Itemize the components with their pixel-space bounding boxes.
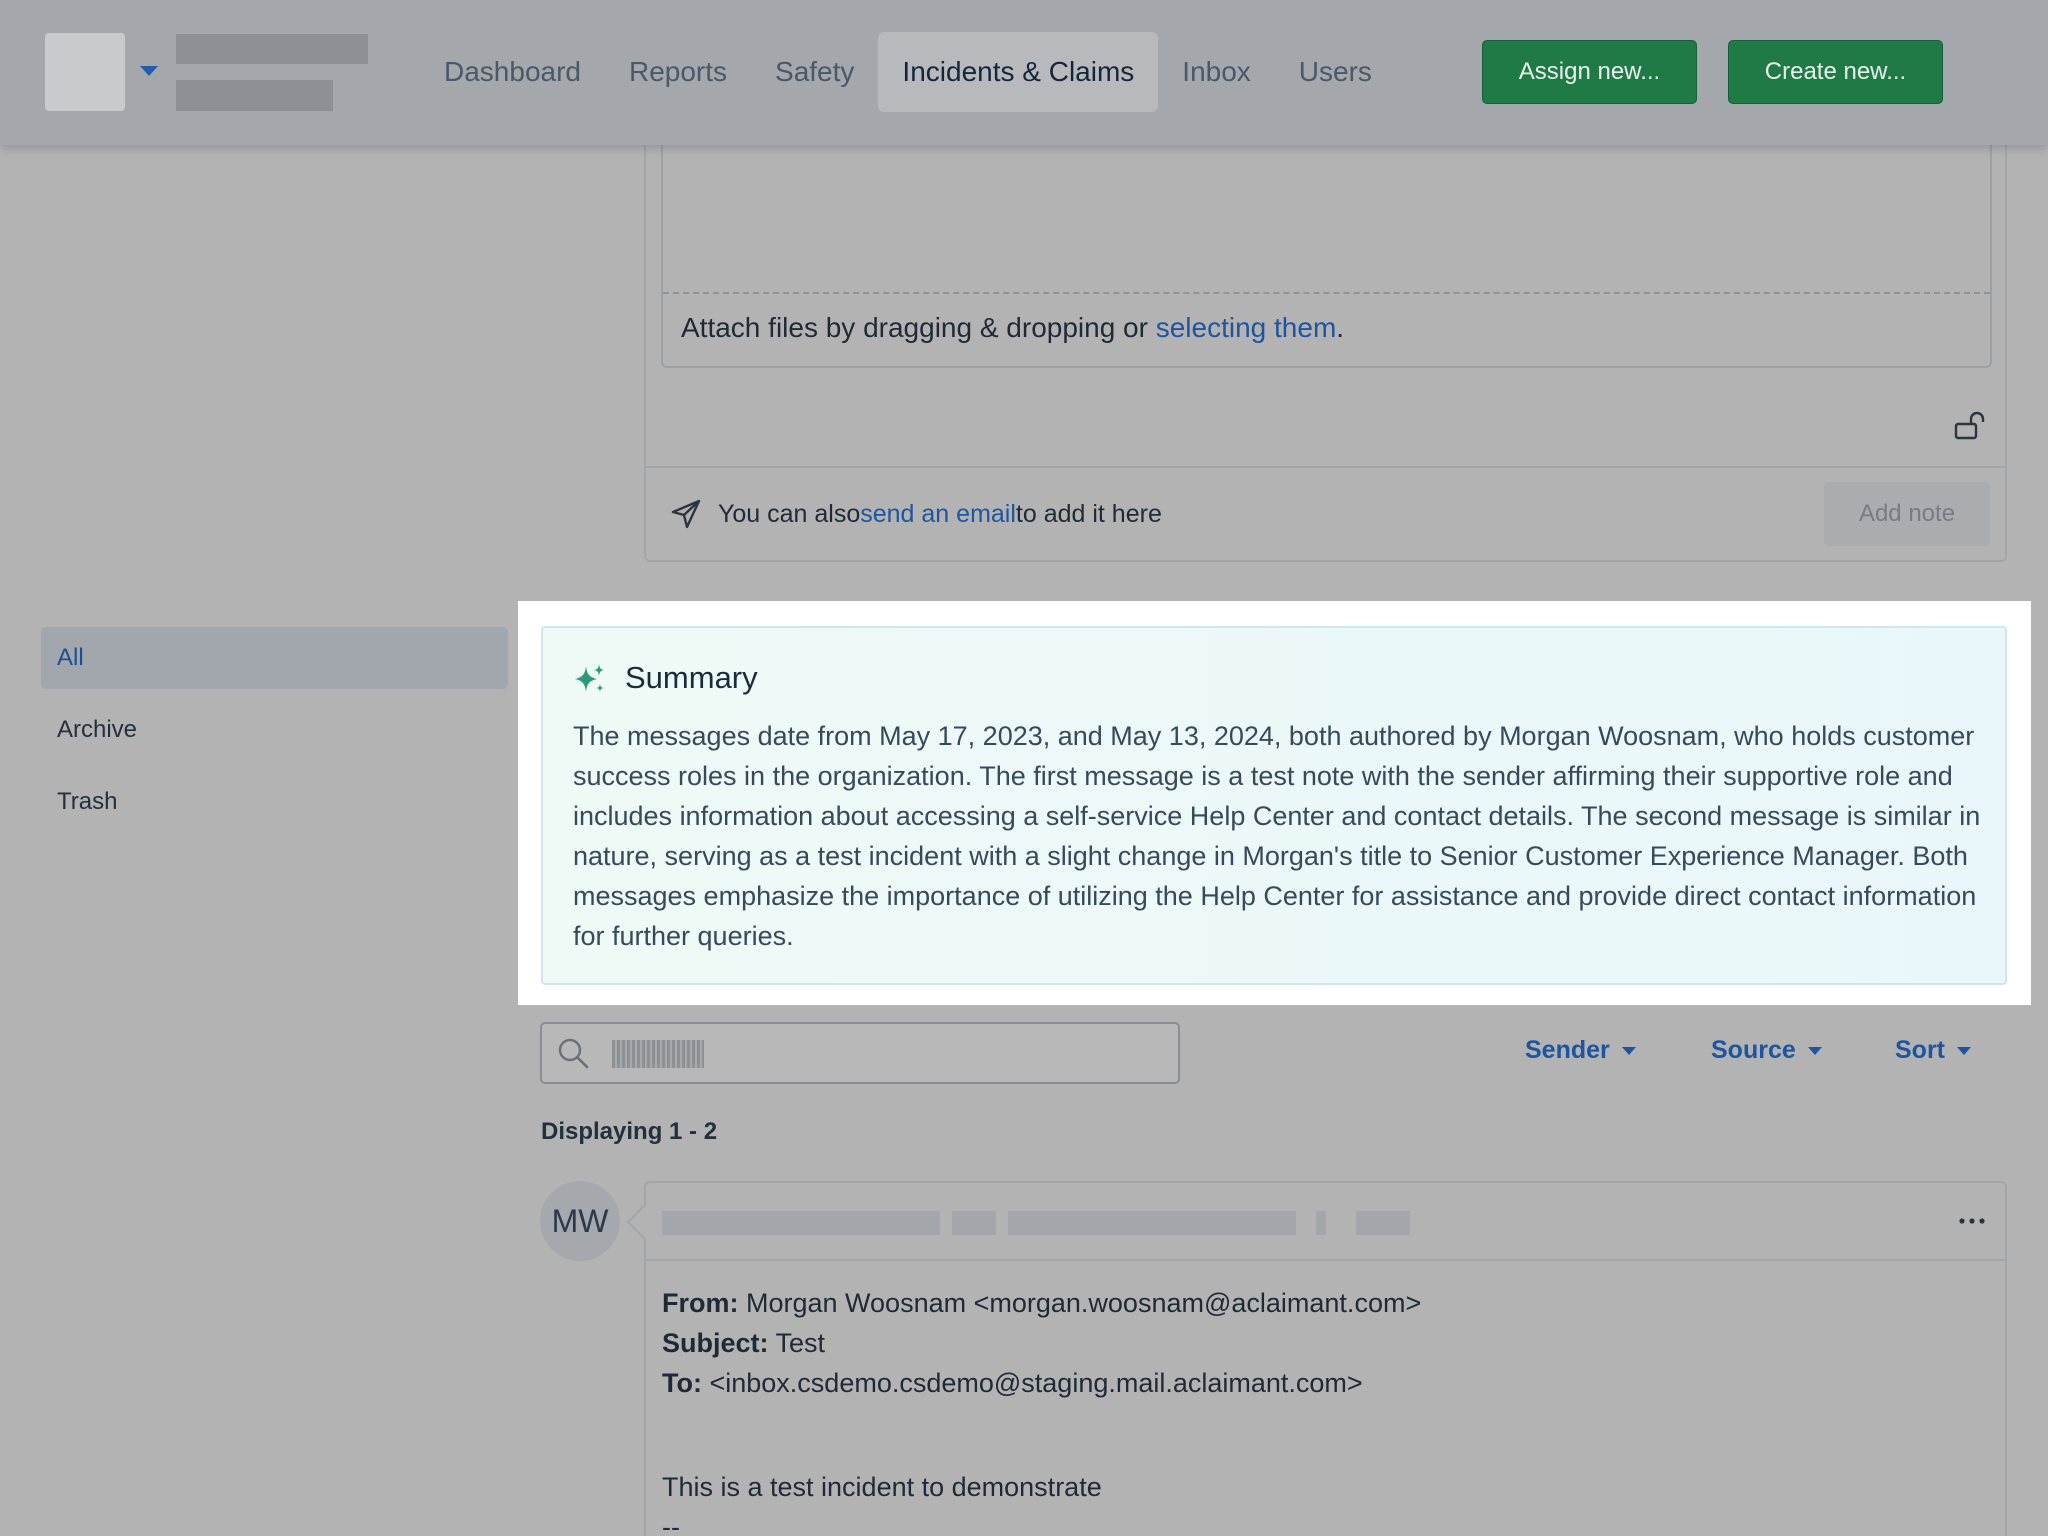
- send-prefix: You can also: [718, 499, 861, 528]
- nav-incidents-claims[interactable]: Incidents & Claims: [878, 32, 1159, 112]
- meta-placeholder: [1008, 1211, 1296, 1235]
- search-icon: [558, 1038, 589, 1069]
- attach-files-hint: Attach files by dragging & dropping or s…: [681, 312, 1344, 344]
- main-nav: Dashboard Reports Safety Incidents & Cla…: [420, 32, 1396, 112]
- to-line: To: <inbox.csdemo.csdemo@staging.mail.ac…: [662, 1363, 1421, 1403]
- message-card: From: Morgan Woosnam <morgan.woosnam@acl…: [644, 1181, 2007, 1536]
- org-logo[interactable]: [45, 33, 125, 111]
- source-filter[interactable]: Source: [1711, 1036, 1822, 1065]
- results-count: Displaying 1 - 2: [541, 1118, 718, 1145]
- search-input[interactable]: [612, 1040, 704, 1068]
- nav-reports[interactable]: Reports: [605, 32, 751, 112]
- from-line: From: Morgan Woosnam <morgan.woosnam@acl…: [662, 1283, 1421, 1323]
- send-suffix: to add it here: [1015, 499, 1162, 528]
- chevron-down-icon: [1957, 1046, 1971, 1055]
- sidebar-item-archive[interactable]: Archive: [41, 699, 508, 761]
- from-label: From:: [662, 1288, 739, 1318]
- sort-label: Sort: [1895, 1036, 1945, 1064]
- send-email-hint: You can also send an email to add it her…: [670, 498, 1162, 530]
- send-email-link[interactable]: send an email: [860, 500, 1016, 529]
- meta-placeholder: [1356, 1211, 1410, 1235]
- add-note-button[interactable]: Add note: [1824, 482, 1990, 546]
- top-navigation-bar: Dashboard Reports Safety Incidents & Cla…: [0, 0, 2048, 145]
- sender-name-placeholder: [662, 1211, 940, 1235]
- select-files-link[interactable]: selecting them: [1156, 312, 1337, 343]
- to-value: <inbox.csdemo.csdemo@staging.mail.aclaim…: [701, 1368, 1363, 1398]
- note-editor-area[interactable]: Attach files by dragging & dropping or s…: [661, 120, 1992, 368]
- attach-suffix: .: [1336, 312, 1345, 343]
- attach-prefix: Attach files by dragging & dropping or: [681, 312, 1156, 343]
- chevron-down-icon[interactable]: [140, 66, 158, 76]
- chevron-down-icon: [1807, 1046, 1822, 1055]
- body-line: This is a test incident to demonstrate: [662, 1472, 1102, 1502]
- send-icon: [671, 499, 701, 529]
- avatar: MW: [540, 1181, 620, 1261]
- org-subtitle-placeholder: [176, 80, 333, 111]
- sender-filter-label: Sender: [1525, 1036, 1610, 1064]
- chevron-down-icon: [1621, 1046, 1636, 1055]
- source-filter-label: Source: [1711, 1036, 1796, 1064]
- sender-filter[interactable]: Sender: [1525, 1036, 1636, 1065]
- assign-new-button[interactable]: Assign new...: [1482, 40, 1697, 104]
- search-box[interactable]: [540, 1022, 1180, 1084]
- attachment-divider: [663, 292, 1990, 294]
- message-header: [646, 1183, 2005, 1261]
- subject-line: Subject: Test: [662, 1323, 1421, 1363]
- summary-title: Summary: [625, 660, 758, 695]
- nav-dashboard[interactable]: Dashboard: [420, 32, 605, 112]
- subject-value: Test: [768, 1328, 826, 1358]
- summary-card: Summary The messages date from May 17, 2…: [541, 626, 2007, 985]
- sparkle-icon: [575, 664, 604, 692]
- sort-dropdown[interactable]: Sort: [1895, 1036, 1971, 1065]
- create-new-button[interactable]: Create new...: [1728, 40, 1943, 104]
- more-options-icon[interactable]: [1956, 1211, 1988, 1231]
- editor-footer-divider: [646, 466, 2005, 468]
- to-label: To:: [662, 1368, 702, 1398]
- unlock-icon[interactable]: [1954, 410, 1986, 442]
- meta-placeholder: [952, 1211, 996, 1235]
- sidebar-item-trash[interactable]: Trash: [41, 771, 508, 833]
- org-name-placeholder: [176, 34, 368, 64]
- nav-users[interactable]: Users: [1275, 32, 1396, 112]
- nav-inbox[interactable]: Inbox: [1158, 32, 1275, 112]
- meta-placeholder: [1316, 1211, 1326, 1235]
- nav-safety[interactable]: Safety: [751, 32, 878, 112]
- note-editor-card: Attach files by dragging & dropping or s…: [644, 120, 2007, 562]
- from-value: Morgan Woosnam <morgan.woosnam@aclaimant…: [738, 1288, 1422, 1318]
- sidebar-item-all[interactable]: All: [41, 627, 508, 689]
- subject-label: Subject:: [662, 1328, 769, 1358]
- message-body: From: Morgan Woosnam <morgan.woosnam@acl…: [662, 1283, 1421, 1536]
- signature-separator: --: [662, 1512, 680, 1536]
- summary-text: The messages date from May 17, 2023, and…: [573, 721, 1981, 951]
